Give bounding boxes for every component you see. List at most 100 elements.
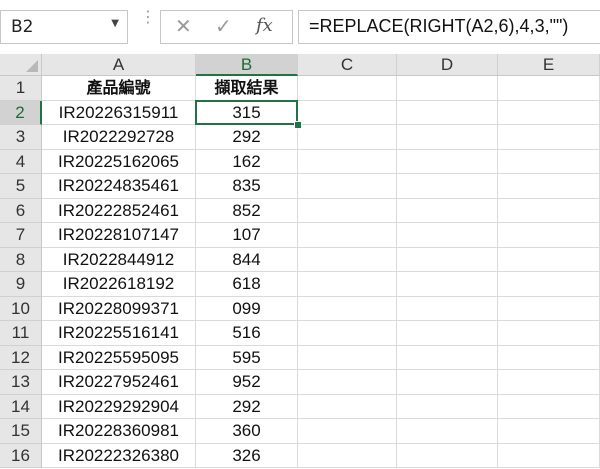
cell-d5[interactable] [397,174,498,199]
column-header-a[interactable]: A [42,54,196,76]
cell-e1[interactable] [498,76,600,101]
cell-b9[interactable]: 618 [196,272,298,297]
row-header-11[interactable]: 11 [0,321,42,346]
cell-a3[interactable]: IR2022292728 [42,125,196,150]
cell-e12[interactable] [498,345,600,370]
cell-b16[interactable]: 326 [196,443,298,468]
insert-function-icon[interactable]: fx [256,15,273,36]
cell-a14[interactable]: IR20229292904 [42,394,196,419]
cell-a12[interactable]: IR20225595095 [42,345,196,370]
cell-d2[interactable] [397,100,498,125]
cell-a1[interactable]: 產品編號 [42,76,196,101]
cell-c7[interactable] [298,223,397,248]
cell-a16[interactable]: IR20222326380 [42,443,196,468]
select-all-button[interactable] [0,54,42,76]
row-header-14[interactable]: 14 [0,394,42,419]
cell-c13[interactable] [298,370,397,395]
drag-handle-icon[interactable]: ⋮ [140,9,156,25]
cell-d1[interactable] [397,76,498,101]
cell-c3[interactable] [298,125,397,150]
cell-b13[interactable]: 952 [196,370,298,395]
row-header-7[interactable]: 7 [0,223,42,248]
row-header-8[interactable]: 8 [0,247,42,272]
cell-a15[interactable]: IR20228360981 [42,419,196,444]
row-header-5[interactable]: 5 [0,174,42,199]
cell-a8[interactable]: IR2022844912 [42,247,196,272]
cell-d7[interactable] [397,223,498,248]
cell-b6[interactable]: 852 [196,198,298,223]
cell-e8[interactable] [498,247,600,272]
cell-e11[interactable] [498,321,600,346]
cell-d15[interactable] [397,419,498,444]
cell-a9[interactable]: IR2022618192 [42,272,196,297]
cell-c2[interactable] [298,100,397,125]
cell-c8[interactable] [298,247,397,272]
cell-a7[interactable]: IR20228107147 [42,223,196,248]
cell-b5[interactable]: 835 [196,174,298,199]
cell-a2[interactable]: IR20226315911 [42,100,196,125]
formula-input[interactable]: =REPLACE(RIGHT(A2,6),4,3,"") [298,10,600,44]
cell-a10[interactable]: IR20228099371 [42,296,196,321]
cell-e5[interactable] [498,174,600,199]
cell-d4[interactable] [397,149,498,174]
cell-d8[interactable] [397,247,498,272]
row-header-2[interactable]: 2 [0,100,42,125]
cell-c14[interactable] [298,394,397,419]
row-header-6[interactable]: 6 [0,198,42,223]
cell-b8[interactable]: 844 [196,247,298,272]
cell-c12[interactable] [298,345,397,370]
cell-e13[interactable] [498,370,600,395]
cell-e15[interactable] [498,419,600,444]
cell-b14[interactable]: 292 [196,394,298,419]
row-header-4[interactable]: 4 [0,149,42,174]
cell-c1[interactable] [298,76,397,101]
cell-e6[interactable] [498,198,600,223]
cell-c6[interactable] [298,198,397,223]
cell-c9[interactable] [298,272,397,297]
cell-d14[interactable] [397,394,498,419]
cell-d13[interactable] [397,370,498,395]
cell-c11[interactable] [298,321,397,346]
cell-d10[interactable] [397,296,498,321]
chevron-down-icon[interactable]: ▼ [111,18,119,29]
row-header-15[interactable]: 15 [0,419,42,444]
cell-a5[interactable]: IR20224835461 [42,174,196,199]
row-header-9[interactable]: 9 [0,272,42,297]
enter-icon[interactable]: ✓ [215,14,232,38]
cell-e16[interactable] [498,443,600,468]
name-box[interactable]: B2 ▼ [0,10,128,44]
cell-a6[interactable]: IR20222852461 [42,198,196,223]
cell-a11[interactable]: IR20225516141 [42,321,196,346]
cell-b7[interactable]: 107 [196,223,298,248]
cell-c16[interactable] [298,443,397,468]
cell-b11[interactable]: 516 [196,321,298,346]
cell-d6[interactable] [397,198,498,223]
column-header-d[interactable]: D [397,54,498,76]
cell-b1[interactable]: 擷取結果 [196,76,298,101]
cell-e10[interactable] [498,296,600,321]
cell-e3[interactable] [498,125,600,150]
cell-e4[interactable] [498,149,600,174]
row-header-12[interactable]: 12 [0,345,42,370]
row-header-13[interactable]: 13 [0,370,42,395]
cell-e9[interactable] [498,272,600,297]
cell-d16[interactable] [397,443,498,468]
cell-d9[interactable] [397,272,498,297]
cell-c15[interactable] [298,419,397,444]
row-header-1[interactable]: 1 [0,76,42,101]
cell-b2[interactable]: 315 [196,100,298,125]
cell-e7[interactable] [498,223,600,248]
column-header-b[interactable]: B [196,54,298,76]
cell-b15[interactable]: 360 [196,419,298,444]
cell-b10[interactable]: 099 [196,296,298,321]
column-header-c[interactable]: C [298,54,397,76]
cell-b3[interactable]: 292 [196,125,298,150]
cell-d11[interactable] [397,321,498,346]
cell-e14[interactable] [498,394,600,419]
row-header-16[interactable]: 16 [0,443,42,468]
cell-a13[interactable]: IR20227952461 [42,370,196,395]
fill-handle[interactable] [294,121,302,129]
cell-e2[interactable] [498,100,600,125]
cell-d12[interactable] [397,345,498,370]
cancel-icon[interactable]: ✕ [175,14,192,38]
